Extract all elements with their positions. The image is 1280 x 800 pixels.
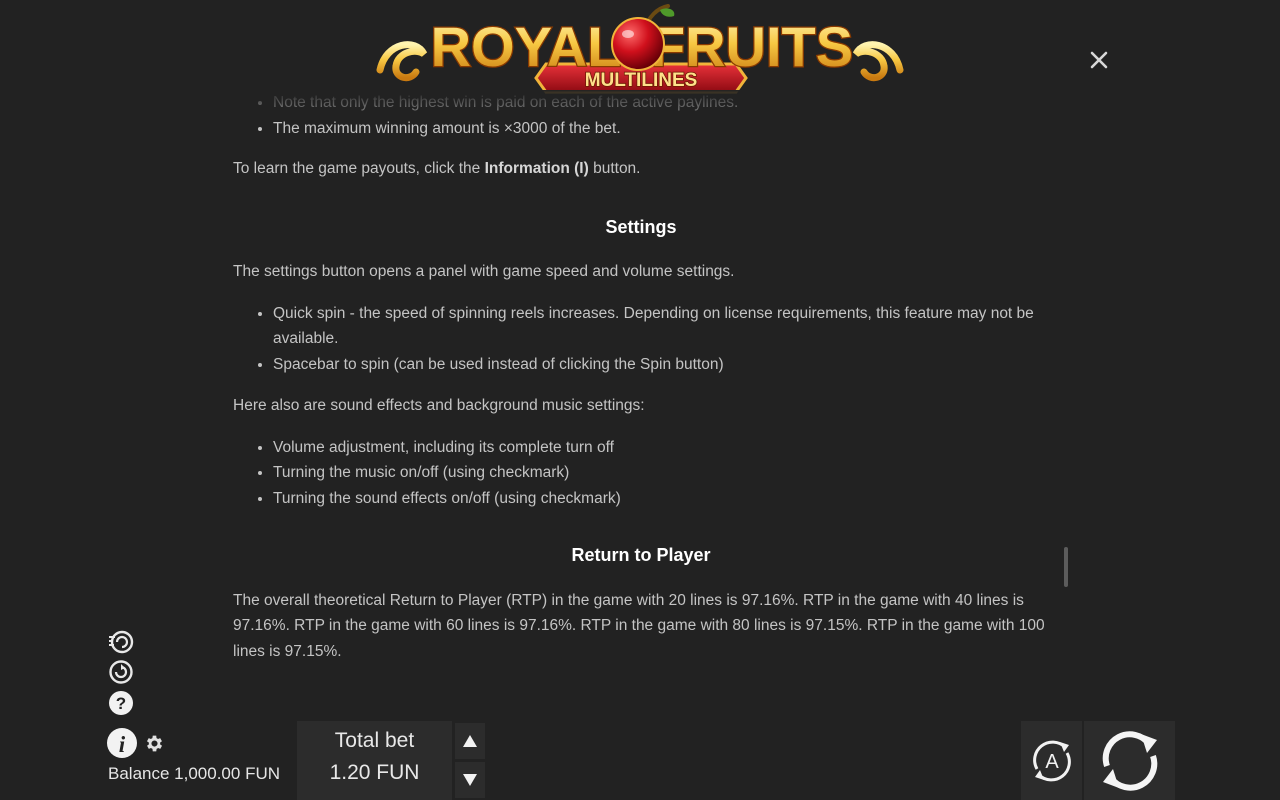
logo-title-left: ROYAL [431, 15, 622, 78]
list-item: Note that only the highest win is paid o… [273, 90, 1049, 116]
balance-label: Balance [108, 764, 170, 783]
total-bet-value: 1.20 FUN [329, 761, 420, 784]
spin-icon [1102, 730, 1157, 791]
information-link-text: Information (I) [484, 160, 589, 177]
svg-text:i: i [119, 732, 126, 757]
sound-intro: Here also are sound effects and backgrou… [233, 397, 645, 414]
history-icon [109, 660, 133, 684]
autoplay-button[interactable]: A [1021, 721, 1082, 800]
help-icon: ? [109, 691, 133, 715]
logo-title-right: FRUITS [651, 15, 853, 78]
help-button[interactable]: ? [108, 690, 134, 716]
payouts-text-end: button. [588, 160, 641, 177]
list-item: Turning the sound effects on/off (using … [273, 486, 1049, 512]
rtp-paragraph: The overall theoretical Return to Player… [233, 591, 1045, 660]
settings-button[interactable] [144, 733, 165, 754]
bet-increase-button[interactable] [455, 723, 485, 759]
rules-scrollbar[interactable] [1064, 547, 1068, 587]
payouts-paragraph: To learn the game payouts, click the Inf… [233, 156, 1049, 182]
balance-display: Balance 1,000.00 FUN [108, 764, 280, 784]
total-bet-label: Total bet [334, 729, 415, 752]
autoplay-letter: A [1045, 751, 1059, 773]
list-item: Volume adjustment, including its complet… [273, 435, 1049, 461]
logo-subtitle: MULTILINES [585, 70, 698, 91]
gear-icon [146, 735, 163, 752]
game-logo: ROYAL FRUITS MULTILINES [376, 2, 904, 96]
info-icon: i [107, 728, 137, 758]
payouts-text: To learn the game payouts, click the [233, 160, 485, 177]
list-item: The maximum winning amount is ×3000 of t… [273, 116, 1049, 142]
settings-heading: Settings [605, 216, 677, 237]
autoplay-icon: A [1032, 740, 1071, 781]
arrow-down-icon [463, 774, 477, 786]
list-item: Turning the music on/off (using checkmar… [273, 460, 1049, 486]
rules-scroll-area[interactable]: Note that only the highest win is paid o… [233, 90, 1049, 685]
fast-spin-button[interactable] [108, 628, 134, 654]
list-item: Spacebar to spin (can be used instead of… [273, 352, 1049, 378]
rules-screen: ROYAL FRUITS MULTILINES Note that only t… [0, 0, 1280, 800]
bet-decrease-button[interactable] [455, 762, 485, 798]
settings-list: Quick spin - the speed of spinning reels… [233, 301, 1049, 378]
settings-intro: The settings button opens a panel with g… [233, 263, 735, 280]
close-icon [1090, 51, 1108, 69]
balance-value: 1,000.00 FUN [174, 764, 281, 783]
info-button[interactable]: i [106, 727, 138, 759]
rtp-heading: Return to Player [571, 545, 711, 565]
fast-spin-icon [109, 630, 134, 654]
spin-button[interactable] [1084, 721, 1175, 800]
history-button[interactable] [108, 659, 134, 685]
list-item: Quick spin - the speed of spinning reels… [273, 301, 1049, 352]
sound-list: Volume adjustment, including its complet… [233, 435, 1049, 512]
arrow-up-icon [463, 735, 477, 747]
svg-text:?: ? [116, 694, 126, 713]
close-button[interactable] [1086, 47, 1112, 73]
payline-rules-list: Note that only the highest win is paid o… [233, 90, 1049, 141]
total-bet-display: Total bet 1.20 FUN [297, 721, 452, 800]
